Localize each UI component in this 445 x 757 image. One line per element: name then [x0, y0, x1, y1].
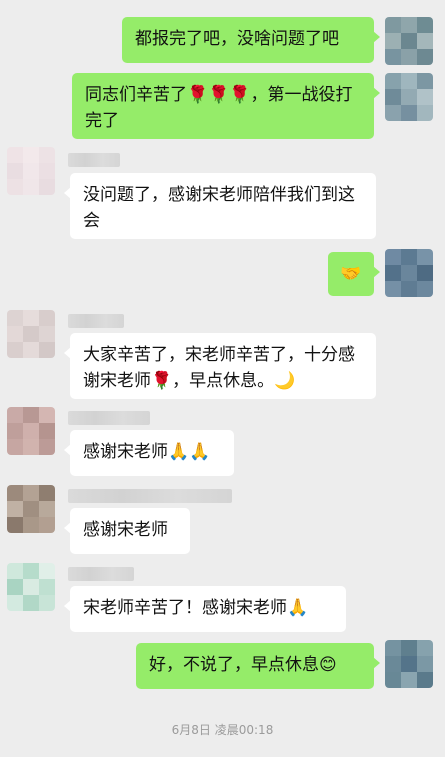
- message-bubble-outgoing[interactable]: 都报完了吧，没啥问题了吧: [122, 17, 380, 63]
- message-bubble-incoming[interactable]: 大家辛苦了，宋老师辛苦了，十分感谢宋老师🌹，早点休息。🌙: [64, 333, 376, 399]
- message-text: 🤝: [340, 264, 362, 284]
- sender-name-blurred: [68, 411, 150, 425]
- message-text: 宋老师辛苦了！感谢宋老师🙏: [83, 598, 309, 618]
- sender-name-blurred: [68, 567, 134, 581]
- message-bubble-outgoing[interactable]: 好，不说了，早点休息😊: [136, 643, 380, 689]
- message-bubble-outgoing[interactable]: 🤝: [328, 252, 380, 296]
- message-bubble-incoming[interactable]: 感谢宋老师🙏🙏: [64, 430, 234, 476]
- message-text: 感谢宋老师: [83, 520, 168, 540]
- message-text: 感谢宋老师🙏🙏: [83, 442, 211, 462]
- my-avatar[interactable]: [385, 640, 433, 688]
- my-avatar[interactable]: [385, 73, 433, 121]
- contact-avatar[interactable]: [7, 310, 55, 358]
- my-avatar[interactable]: [385, 249, 433, 297]
- sender-name-blurred: [68, 153, 120, 167]
- sender-name-blurred: [68, 489, 232, 503]
- message-bubble-incoming[interactable]: 感谢宋老师: [64, 508, 190, 554]
- message-text: 没问题了，感谢宋老师陪伴我们到这会: [83, 185, 355, 231]
- message-text: 同志们辛苦了🌹🌹🌹，第一战役打完了: [85, 85, 353, 131]
- message-bubble-incoming[interactable]: 没问题了，感谢宋老师陪伴我们到这会: [64, 173, 376, 239]
- message-text: 好，不说了，早点休息😊: [149, 655, 337, 675]
- message-bubble-incoming[interactable]: 宋老师辛苦了！感谢宋老师🙏: [64, 586, 346, 632]
- message-text: 都报完了吧，没啥问题了吧: [135, 29, 339, 49]
- message-text: 大家辛苦了，宋老师辛苦了，十分感谢宋老师🌹，早点休息。🌙: [83, 345, 355, 391]
- contact-avatar[interactable]: [7, 407, 55, 455]
- contact-avatar[interactable]: [7, 485, 55, 533]
- contact-avatar[interactable]: [7, 147, 55, 195]
- chat-timestamp: 6月8日 凌晨00:18: [171, 723, 274, 737]
- sender-name-blurred: [68, 314, 124, 328]
- my-avatar[interactable]: [385, 17, 433, 65]
- contact-avatar[interactable]: [7, 563, 55, 611]
- message-bubble-outgoing[interactable]: 同志们辛苦了🌹🌹🌹，第一战役打完了: [72, 73, 380, 139]
